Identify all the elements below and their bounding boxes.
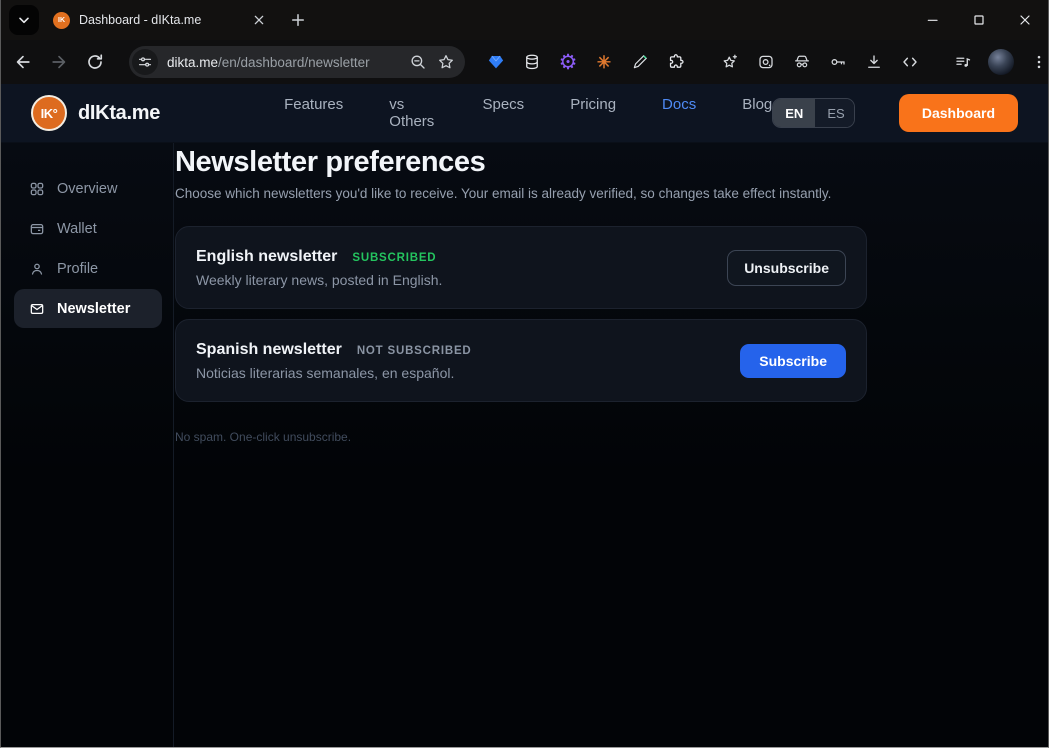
new-tab-button[interactable] (289, 11, 307, 29)
tab-search-button[interactable] (9, 5, 39, 35)
card-text: English newsletter SUBSCRIBED Weekly lit… (196, 248, 442, 288)
zoom-out-icon[interactable] (409, 53, 427, 71)
lang-es-button[interactable]: ES (815, 99, 855, 127)
starburst-extension-icon[interactable]: ✳ (593, 51, 616, 74)
tab-close-icon[interactable] (251, 12, 267, 28)
nav-docs[interactable]: Docs (662, 96, 696, 130)
url-host: dikta.me (167, 55, 218, 70)
gear-extension-icon[interactable]: ⚙ (557, 51, 580, 74)
url-path: /en/dashboard/newsletter (218, 55, 370, 70)
card-title: Spanish newsletter (196, 341, 342, 359)
chevron-down-icon (16, 12, 32, 28)
maximize-button[interactable] (956, 0, 1002, 40)
language-toggle: EN ES (772, 98, 855, 128)
page-content: Overview Wallet Profile Newsletter (1, 143, 1048, 748)
extensions-puzzle-icon[interactable] (665, 51, 688, 74)
media-controls-icon[interactable] (952, 51, 975, 74)
incognito-icon[interactable] (790, 51, 813, 74)
close-window-button[interactable] (1002, 0, 1048, 40)
spanish-newsletter-card: Spanish newsletter NOT SUBSCRIBED Notici… (175, 319, 867, 402)
browser-toolbar: dikta.me/en/dashboard/newsletter ⚙ ✳ (1, 40, 1048, 84)
profile-icon (29, 261, 45, 277)
subscribe-button[interactable]: Subscribe (740, 344, 846, 378)
minimize-button[interactable] (910, 0, 956, 40)
page-title: Newsletter preferences (175, 146, 1048, 179)
card-text: Spanish newsletter NOT SUBSCRIBED Notici… (196, 341, 472, 381)
extensions-row: ⚙ ✳ (478, 49, 1049, 75)
url-text: dikta.me/en/dashboard/newsletter (167, 55, 399, 70)
main-nav: Features vs Others Specs Pricing Docs Bl… (284, 96, 772, 130)
pen-extension-icon[interactable] (629, 51, 652, 74)
card-description: Weekly literary news, posted in English. (196, 272, 442, 288)
window-controls (910, 0, 1048, 40)
card-title: English newsletter (196, 248, 337, 266)
profile-avatar[interactable] (988, 49, 1014, 75)
site-header: IK° dIKta.me Features vs Others Specs Pr… (1, 84, 1048, 143)
grid-icon (29, 181, 45, 197)
lens-search-icon[interactable] (754, 51, 777, 74)
forward-button[interactable] (45, 48, 73, 76)
sidebar-item-newsletter[interactable]: Newsletter (14, 289, 162, 328)
status-badge: SUBSCRIBED (352, 252, 436, 264)
wallet-icon (29, 221, 45, 237)
dashboard-button[interactable]: Dashboard (899, 94, 1018, 132)
brand-name[interactable]: dIKta.me (78, 102, 160, 125)
nav-vs-others[interactable]: vs Others (389, 96, 436, 130)
page-subtitle: Choose which newsletters you'd like to r… (175, 186, 1048, 201)
english-newsletter-card: English newsletter SUBSCRIBED Weekly lit… (175, 226, 867, 309)
sidebar-item-label: Newsletter (57, 301, 130, 317)
nav-blog[interactable]: Blog (742, 96, 772, 130)
gem-extension-icon[interactable] (485, 51, 508, 74)
bookmark-star-icon[interactable] (437, 53, 455, 71)
newsletter-cards: English newsletter SUBSCRIBED Weekly lit… (175, 226, 867, 402)
site-info-icon[interactable] (132, 49, 158, 75)
newsletter-main: Newsletter preferences Choose which news… (174, 143, 1048, 748)
sidebar-item-label: Wallet (57, 221, 97, 237)
sidebar-item-label: Overview (57, 181, 117, 197)
sidebar-item-overview[interactable]: Overview (14, 169, 162, 208)
lang-en-button[interactable]: EN (773, 99, 815, 127)
mail-icon (29, 301, 45, 317)
site-logo-icon[interactable]: IK° (31, 95, 67, 131)
sidebar-item-profile[interactable]: Profile (14, 249, 162, 288)
database-extension-icon[interactable] (521, 51, 544, 74)
card-description: Noticias literarias semanales, en españo… (196, 365, 472, 381)
nav-pricing[interactable]: Pricing (570, 96, 616, 130)
tab-title: Dashboard - dIKta.me (79, 13, 242, 27)
nav-specs[interactable]: Specs (482, 96, 524, 130)
browser-titlebar: IK Dashboard - dIKta.me (1, 0, 1048, 40)
nav-features[interactable]: Features (284, 96, 343, 130)
key-passwords-icon[interactable] (826, 51, 849, 74)
status-badge: NOT SUBSCRIBED (357, 345, 472, 357)
reload-button[interactable] (81, 48, 109, 76)
site-favicon-icon: IK (53, 12, 70, 29)
browser-tab[interactable]: IK Dashboard - dIKta.me (47, 3, 273, 37)
sidebar-item-label: Profile (57, 261, 98, 277)
star-sparkle-icon[interactable] (718, 51, 741, 74)
unsubscribe-button[interactable]: Unsubscribe (727, 250, 846, 286)
sidebar-item-wallet[interactable]: Wallet (14, 209, 162, 248)
back-button[interactable] (9, 48, 37, 76)
browser-window: IK Dashboard - dIKta.me (0, 0, 1049, 748)
dashboard-sidebar: Overview Wallet Profile Newsletter (1, 143, 174, 748)
footnote: No spam. One-click unsubscribe. (175, 430, 1048, 444)
code-devtools-icon[interactable] (898, 51, 921, 74)
address-bar[interactable]: dikta.me/en/dashboard/newsletter (129, 46, 465, 78)
browser-menu-icon[interactable] (1028, 51, 1049, 74)
download-icon[interactable] (862, 51, 885, 74)
